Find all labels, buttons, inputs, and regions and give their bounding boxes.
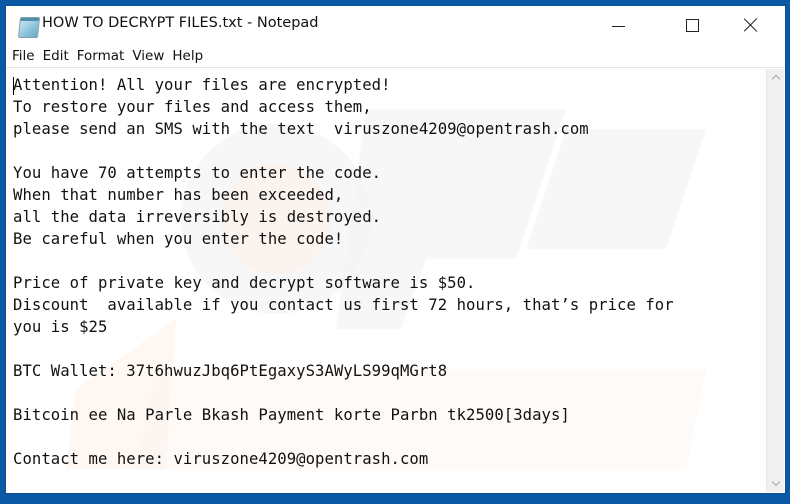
menu-bar: File Edit Format View Help bbox=[6, 44, 785, 68]
scroll-down-button[interactable] bbox=[767, 475, 784, 492]
window-title: HOW TO DECRYPT FILES.txt - Notepad bbox=[42, 15, 319, 31]
close-icon bbox=[744, 18, 758, 32]
menu-help[interactable]: Help bbox=[168, 46, 207, 66]
notepad-icon bbox=[17, 17, 41, 38]
minimize-icon bbox=[611, 25, 625, 27]
menu-format[interactable]: Format bbox=[73, 46, 129, 66]
close-button[interactable] bbox=[728, 6, 774, 44]
document-text[interactable]: Attention! All your files are encrypted!… bbox=[13, 74, 674, 470]
text-editor[interactable]: Attention! All your files are encrypted!… bbox=[6, 69, 766, 492]
maximize-button[interactable] bbox=[669, 6, 715, 44]
vertical-scrollbar[interactable] bbox=[766, 69, 784, 492]
title-bar[interactable]: HOW TO DECRYPT FILES.txt - Notepad bbox=[6, 6, 785, 44]
minimize-button[interactable] bbox=[595, 6, 641, 44]
chevron-down-icon bbox=[771, 477, 780, 487]
chevron-up-icon bbox=[771, 74, 780, 84]
menu-edit[interactable]: Edit bbox=[39, 46, 73, 66]
notepad-window: HOW TO DECRYPT FILES.txt - Notepad File … bbox=[5, 5, 786, 494]
maximize-icon bbox=[685, 18, 699, 32]
scroll-up-button[interactable] bbox=[767, 69, 784, 86]
menu-view[interactable]: View bbox=[128, 46, 168, 66]
menu-file[interactable]: File bbox=[8, 46, 39, 66]
